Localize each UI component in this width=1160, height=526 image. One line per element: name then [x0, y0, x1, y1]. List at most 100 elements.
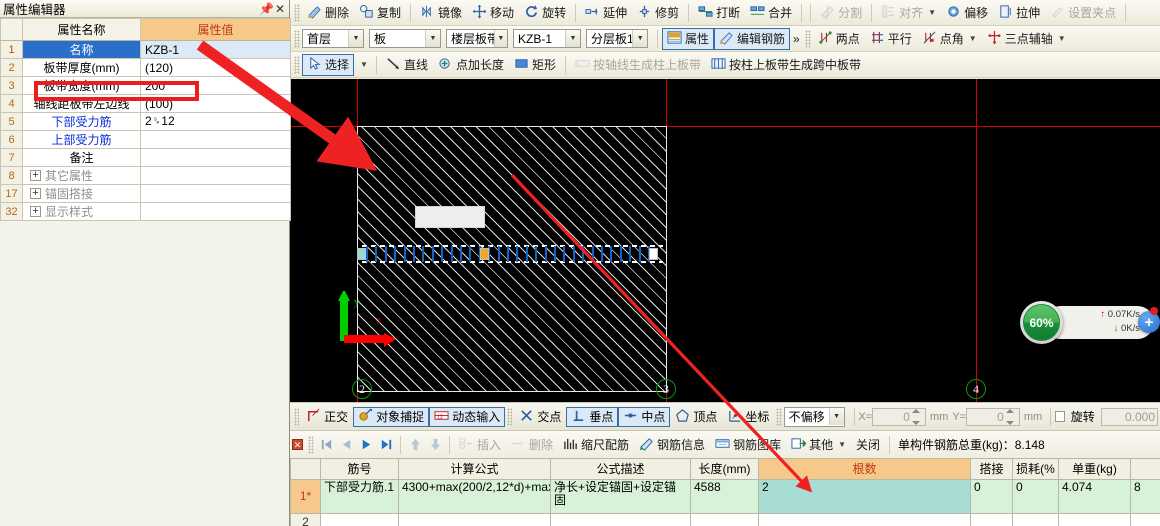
rebar-cell[interactable] — [970, 513, 1013, 526]
chevron-down-icon[interactable]: ▼ — [838, 440, 846, 449]
toolbar-button-rotate[interactable]: 旋转 — [519, 2, 571, 24]
toolbar-button-three-point-axis[interactable]: 三点辅轴 ▼ — [982, 28, 1071, 50]
chevron-down-icon[interactable]: ▼ — [1058, 34, 1066, 43]
chevron-down-icon[interactable]: ▼ — [348, 30, 363, 47]
property-row[interactable]: 5 下部受力筋 2␠12 — [0, 112, 291, 131]
snap-toggle-coordinate[interactable]: 坐标 — [722, 407, 774, 427]
rebar-cell[interactable] — [1058, 513, 1131, 526]
x-spinner[interactable] — [911, 408, 923, 425]
nav-last-button[interactable] — [376, 435, 396, 455]
toolbar-button-gen-by-axis[interactable]: 按轴线生成柱上板带 — [570, 54, 706, 76]
rebar-column-header[interactable]: 损耗(% — [1012, 458, 1059, 480]
chevron-down-icon[interactable]: ▼ — [354, 54, 372, 76]
property-value-cell[interactable] — [140, 130, 291, 149]
property-name-cell[interactable]: + 显示样式 — [22, 202, 141, 221]
toolbar-button-rectangle[interactable]: 矩形 — [509, 54, 561, 76]
status-toggle-osnap[interactable]: 对象捕捉 — [353, 406, 430, 427]
toolbar-button-two-point[interactable]: 两点 — [813, 28, 865, 50]
snap-toggle-perpendicular[interactable]: 垂点 — [566, 406, 619, 427]
rebar-cell[interactable] — [690, 513, 759, 526]
rebar-table-row[interactable]: 2 — [290, 513, 1160, 526]
toolbar-button-delete[interactable]: 删除 — [302, 2, 354, 24]
toolbar-button-select-arrow[interactable]: 选择 — [302, 53, 355, 76]
toolbar-button-gen-midspan[interactable]: 按柱上板带生成跨中板带 — [706, 54, 866, 76]
property-row[interactable]: 3 板带宽度(mm) 200 — [0, 76, 291, 95]
toolbar-button-mirror[interactable]: 镜像 — [415, 2, 467, 24]
toolbar-button-move[interactable]: 移动 — [467, 2, 519, 24]
property-row[interactable]: 4 轴线距板带左边线 (100) — [0, 94, 291, 113]
toolbar-button-line[interactable]: 直线 — [381, 54, 433, 76]
rebar-cell[interactable]: 下部受力筋.1 — [320, 479, 399, 514]
nav-first-button[interactable] — [316, 435, 336, 455]
property-row[interactable]: 32 + 显示样式 — [0, 202, 291, 221]
move-down-button[interactable] — [425, 435, 445, 455]
property-value-cell[interactable] — [140, 166, 291, 185]
toolbar-button-stretch[interactable]: 拉伸 — [993, 2, 1045, 24]
network-percent-dial[interactable]: 60% — [1020, 301, 1063, 344]
chevron-down-icon[interactable]: ▼ — [565, 30, 580, 47]
snap-toggle-intersection[interactable]: 交点 — [514, 407, 566, 427]
toolbar-grip[interactable] — [804, 29, 811, 48]
toolbar-button-properties[interactable]: 属性 — [662, 27, 715, 50]
grip-middle[interactable] — [480, 248, 489, 260]
property-value-cell[interactable] — [140, 148, 291, 167]
y-spinner[interactable] — [1005, 408, 1017, 425]
combo-offset-mode[interactable]: 不偏移 ▼ — [783, 406, 845, 427]
property-value-cell[interactable] — [140, 184, 291, 203]
property-value-cell[interactable] — [140, 202, 291, 221]
rebar-column-header[interactable]: 单重(kg) — [1058, 458, 1131, 480]
rebar-cell[interactable]: 0 — [1012, 479, 1059, 514]
property-value-cell[interactable]: (100) — [140, 94, 291, 113]
rebar-toolbar-grip[interactable] — [308, 435, 314, 454]
move-up-button[interactable] — [405, 435, 425, 455]
rebar-column-header[interactable] — [1130, 458, 1160, 480]
property-row[interactable]: 8 + 其它属性 — [0, 166, 291, 185]
toolbar-button-edit-rebar[interactable]: 编辑钢筋 — [714, 27, 791, 50]
close-icon[interactable]: ✕ — [270, 0, 286, 20]
toolbar-grip[interactable] — [294, 29, 300, 48]
axis-bubble[interactable]: 2 — [352, 379, 372, 399]
rebar-cell[interactable]: 净长+设定锚固+设定锚固 — [550, 479, 691, 514]
rotate-input[interactable]: 0.000 — [1100, 407, 1159, 426]
rebar-column-header[interactable]: 公式描述 — [550, 458, 691, 480]
property-name-cell[interactable]: + 锚固搭接 — [22, 184, 141, 203]
x-coordinate-input[interactable]: 0 — [872, 407, 926, 426]
statusbar-grip[interactable] — [507, 407, 513, 426]
slab-label-box[interactable] — [415, 206, 485, 228]
statusbar-grip[interactable] — [776, 407, 782, 426]
rebar-toolbar-button-delete-row[interactable]: 删除 — [506, 434, 558, 456]
chevron-down-icon[interactable]: ▼ — [928, 8, 936, 17]
toolbar-button-point-angle[interactable]: 点角 ▼ — [917, 28, 982, 50]
toolbar-button-setgrip[interactable]: 设置夹点 — [1045, 2, 1121, 24]
property-name-cell[interactable]: 名称 — [22, 40, 141, 59]
snap-toggle-midpoint[interactable]: 中点 — [618, 406, 671, 427]
rebar-column-header[interactable]: 筋号 — [320, 458, 399, 480]
property-name-cell[interactable]: 备注 — [22, 148, 141, 167]
rebar-cell[interactable]: 4588 — [690, 479, 759, 514]
toolbar-button-align[interactable]: 对齐 ▼ — [876, 2, 941, 24]
combo-category[interactable]: 楼层板带▼ — [446, 29, 508, 48]
toolbar-button-point-length[interactable]: 点加长度 — [433, 54, 509, 76]
property-value-cell[interactable]: 2␠12 — [140, 112, 291, 131]
property-row[interactable]: 2 板带厚度(mm) (120) — [0, 58, 291, 77]
rebar-table-container[interactable]: 筋号 计算公式 公式描述 长度(mm) 根数 搭接 损耗(% 单重(kg) 1* 下部受力筋.1… — [290, 458, 1160, 526]
property-name-cell[interactable]: 轴线距板带左边线 — [22, 94, 141, 113]
chevron-down-icon[interactable]: ▼ — [493, 30, 507, 47]
expander-icon[interactable]: + — [30, 206, 41, 217]
property-name-cell[interactable]: 板带宽度(mm) — [22, 76, 141, 95]
toolbar-button-merge[interactable]: 合并 — [745, 2, 797, 24]
rebar-cell[interactable]: 4300+max(200/2,12*d)+max(200/2,12*d) — [398, 479, 551, 514]
toolbar-button-split[interactable]: 分割 — [815, 2, 867, 24]
rebar-column-header[interactable]: 搭接 — [970, 458, 1013, 480]
expander-icon[interactable]: + — [30, 170, 41, 181]
network-speed-widget[interactable]: ↑ 0.07K/s ↓ 0K/s 60% + — [1020, 301, 1160, 344]
property-value-cell[interactable]: 200 — [140, 76, 291, 95]
rebar-column-header[interactable]: 根数 — [758, 458, 971, 480]
rebar-toolbar-button-scale-rebar[interactable]: 缩尺配筋 — [558, 434, 634, 456]
property-name-cell[interactable]: 下部受力筋 — [22, 112, 141, 131]
nav-prev-button[interactable] — [336, 435, 356, 455]
rebar-cell[interactable]: 2 — [758, 479, 971, 514]
toolbar-button-offset[interactable]: 偏移 — [941, 2, 993, 24]
nav-next-button[interactable] — [356, 435, 376, 455]
property-row[interactable]: 1 名称 KZB-1 — [0, 40, 291, 59]
